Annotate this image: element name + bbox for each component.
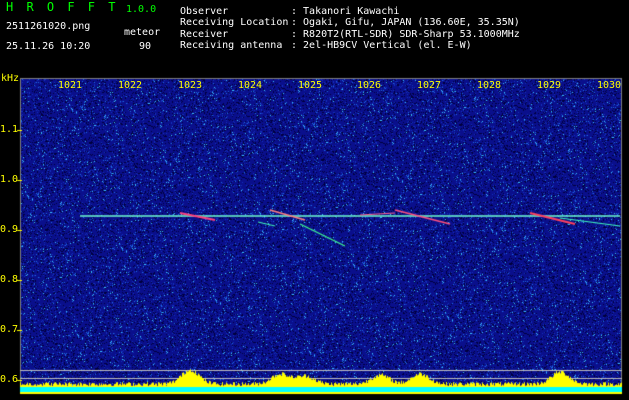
receiver-value: : R820T2(RTL-SDR) SDR-Sharp 53.1000MHz — [291, 29, 520, 40]
location-label: Receiving Location — [180, 17, 289, 28]
app-version: 1.0.0 — [126, 4, 157, 15]
antenna-value: : 2el-HB9CV Vertical (el. E-W) — [291, 40, 472, 51]
x-tick-label: 1026 — [356, 80, 382, 91]
y-tick-label: 0.7 — [0, 324, 19, 335]
observer-label: Observer — [180, 6, 229, 17]
x-tick-label: 1022 — [117, 80, 143, 91]
observer-value: : Takanori Kawachi — [291, 6, 400, 17]
y-unit-label: kHz — [1, 73, 20, 84]
file-name: 2511261020.png — [6, 21, 91, 32]
y-tick-label: 0.9 — [0, 224, 19, 235]
y-tick-label: 1.0 — [0, 174, 19, 185]
x-tick-label: 1023 — [177, 80, 203, 91]
x-tick-label: 1029 — [536, 80, 562, 91]
location-value: : Ogaki, Gifu, JAPAN (136.60E, 35.35N) — [291, 17, 520, 28]
y-tick-label: 0.8 — [0, 274, 19, 285]
antenna-label: Receiving antenna — [180, 40, 283, 51]
y-tick-label: 1.1 — [0, 124, 19, 135]
x-tick-label: 1028 — [476, 80, 502, 91]
x-tick-label: 1025 — [297, 80, 323, 91]
receiver-label: Receiver — [180, 29, 229, 40]
timestamp: 25.11.26 10:20 — [6, 41, 91, 52]
y-tick-label: 0.6 — [0, 374, 19, 385]
x-tick-label: 1027 — [416, 80, 442, 91]
mode-label: meteor — [124, 27, 161, 38]
x-tick-label: 1021 — [57, 80, 83, 91]
spectrogram-canvas — [0, 0, 629, 400]
mode-value: 90 — [139, 41, 152, 52]
x-tick-label: 1030 — [596, 80, 622, 91]
app-name: H R O F F T — [6, 0, 119, 14]
x-tick-label: 1024 — [237, 80, 263, 91]
